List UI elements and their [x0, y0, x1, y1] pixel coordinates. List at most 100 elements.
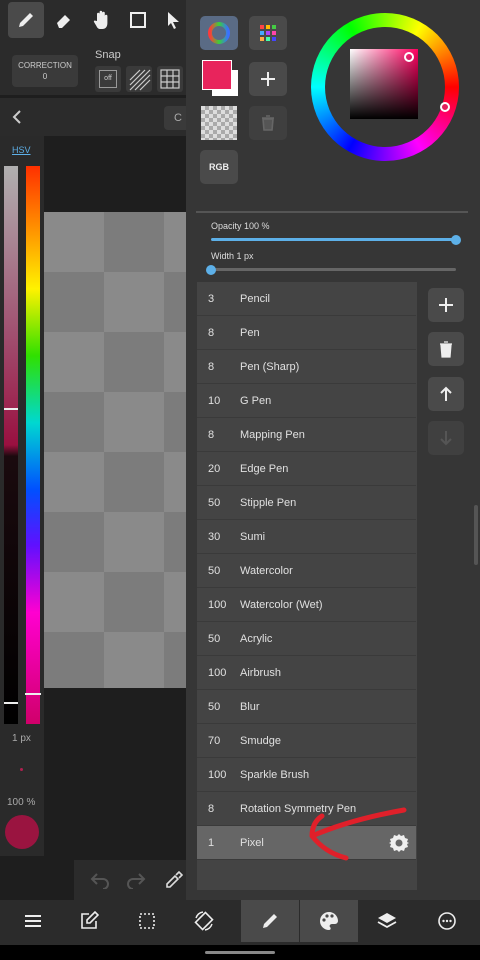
- brush-size-preview: [20, 768, 23, 771]
- color-grid-icon: [260, 25, 276, 41]
- snap-grid-button[interactable]: [157, 66, 183, 92]
- scrollbar[interactable]: [474, 505, 478, 565]
- main-color-swatch[interactable]: [202, 60, 232, 90]
- delete-color-button[interactable]: [249, 106, 287, 140]
- brush-row[interactable]: 50 Acrylic: [197, 622, 416, 656]
- trash-icon: [262, 115, 274, 131]
- more-button[interactable]: [418, 900, 476, 942]
- brush-row[interactable]: 10 G Pen: [197, 384, 416, 418]
- hand-icon: [93, 10, 108, 29]
- color-panel-button[interactable]: [300, 900, 358, 942]
- move-tool-button[interactable]: [160, 2, 186, 38]
- select-rect-icon: [130, 12, 146, 28]
- color-wheel-icon: [208, 22, 230, 44]
- snap-off-button[interactable]: off: [95, 66, 121, 92]
- brush-row[interactable]: 100 Sparkle Brush: [197, 758, 416, 792]
- brush-row[interactable]: 50 Stipple Pen: [197, 486, 416, 520]
- hsv-mode-label[interactable]: HSV: [12, 145, 31, 155]
- brush-width: 50: [208, 565, 221, 577]
- grid-icon: [160, 69, 180, 89]
- brush-name: Sparkle Brush: [240, 769, 310, 781]
- undo-icon[interactable]: [90, 871, 110, 889]
- add-brush-button[interactable]: [428, 288, 464, 322]
- delete-brush-button[interactable]: [428, 332, 464, 366]
- width-setting-label: Width 1 px: [211, 251, 254, 261]
- layers-button[interactable]: [358, 900, 416, 942]
- brush-row[interactable]: 50 Blur: [197, 690, 416, 724]
- hand-tool-button[interactable]: [84, 2, 120, 38]
- brush-row[interactable]: 50 Watercolor: [197, 554, 416, 588]
- hue-marker[interactable]: [25, 693, 41, 695]
- brush-row[interactable]: 3 Pencil: [197, 282, 416, 316]
- brush-panel-button[interactable]: [241, 900, 299, 942]
- eraser-tool-button[interactable]: [46, 2, 82, 38]
- color-wheel-mode-button[interactable]: [200, 16, 238, 50]
- redo-icon[interactable]: [126, 871, 146, 889]
- saturation-slider[interactable]: [4, 166, 18, 724]
- brush-width: 8: [208, 361, 215, 373]
- brush-row[interactable]: 100 Watercolor (Wet): [197, 588, 416, 622]
- rect-select-tool-button[interactable]: [120, 2, 156, 38]
- brush-width: 100: [208, 769, 227, 781]
- arrow-up-icon: [440, 386, 452, 401]
- correction-button[interactable]: CORRECTION 0: [12, 55, 78, 87]
- more-icon: [438, 912, 456, 930]
- layers-icon: [377, 913, 397, 929]
- rotate-canvas-button[interactable]: [175, 900, 233, 942]
- brush-width: 50: [208, 701, 221, 713]
- snap-parallel-button[interactable]: [126, 66, 152, 92]
- brush-name: Airbrush: [240, 667, 281, 679]
- hue-slider[interactable]: [25, 166, 41, 724]
- annotation-arrow: [309, 807, 407, 861]
- chevron-left-icon[interactable]: [10, 109, 24, 125]
- brush-row[interactable]: 8 Pen (Sharp): [197, 350, 416, 384]
- home-indicator[interactable]: [205, 951, 275, 954]
- brush-name: Blur: [240, 701, 260, 713]
- edit-icon: [81, 911, 99, 929]
- hue-picker-knob[interactable]: [440, 102, 450, 112]
- brush-name: Stipple Pen: [240, 497, 297, 509]
- brush-row[interactable]: 8 Mapping Pen: [197, 418, 416, 452]
- brush-width: 8: [208, 429, 215, 441]
- color-palette-mode-button[interactable]: [249, 16, 287, 50]
- width-slider[interactable]: [211, 268, 456, 271]
- move-brush-down-button[interactable]: [428, 421, 464, 455]
- selection-button[interactable]: [118, 900, 176, 942]
- brush-row[interactable]: 20 Edge Pen: [197, 452, 416, 486]
- opacity-label: 100 %: [7, 797, 36, 808]
- menu-icon: [25, 915, 41, 927]
- move-brush-up-button[interactable]: [428, 377, 464, 411]
- eraser-icon: [57, 15, 70, 28]
- value-marker[interactable]: [4, 702, 18, 704]
- brush-row[interactable]: 100 Airbrush: [197, 656, 416, 690]
- brush-width: 3: [208, 293, 215, 305]
- correction-label: CORRECTION: [18, 61, 72, 70]
- saturation-marker[interactable]: [4, 408, 18, 410]
- sv-picker-knob[interactable]: [404, 52, 414, 62]
- menu-button[interactable]: [4, 900, 62, 942]
- arrow-down-icon: [440, 431, 452, 446]
- rgb-mode-button[interactable]: RGB: [200, 150, 238, 184]
- plus-icon: [439, 298, 453, 312]
- rotate-icon: [194, 911, 214, 931]
- current-color-swatch[interactable]: [5, 815, 39, 849]
- brush-row[interactable]: 70 Smudge: [197, 724, 416, 758]
- brush-name: Pixel: [240, 837, 264, 849]
- eyedropper-icon[interactable]: [164, 870, 184, 890]
- edit-button[interactable]: [60, 900, 118, 942]
- pen-tool-button[interactable]: [8, 2, 44, 38]
- opacity-slider[interactable]: [211, 238, 456, 241]
- add-color-button[interactable]: [249, 62, 287, 96]
- selection-icon: [139, 913, 155, 929]
- brush-width: 70: [208, 735, 221, 747]
- transparent-color-swatch[interactable]: [201, 106, 237, 140]
- brush-width: 30: [208, 531, 221, 543]
- opacity-setting-label: Opacity 100 %: [211, 221, 270, 231]
- canvas-tab[interactable]: C: [164, 106, 186, 130]
- brush-row[interactable]: 8 Pen: [197, 316, 416, 350]
- brush-row[interactable]: 30 Sumi: [197, 520, 416, 554]
- brush-name: G Pen: [240, 395, 272, 407]
- width-slider-thumb[interactable]: [206, 264, 216, 275]
- opacity-slider-thumb[interactable]: [451, 234, 461, 245]
- canvas[interactable]: [44, 212, 186, 688]
